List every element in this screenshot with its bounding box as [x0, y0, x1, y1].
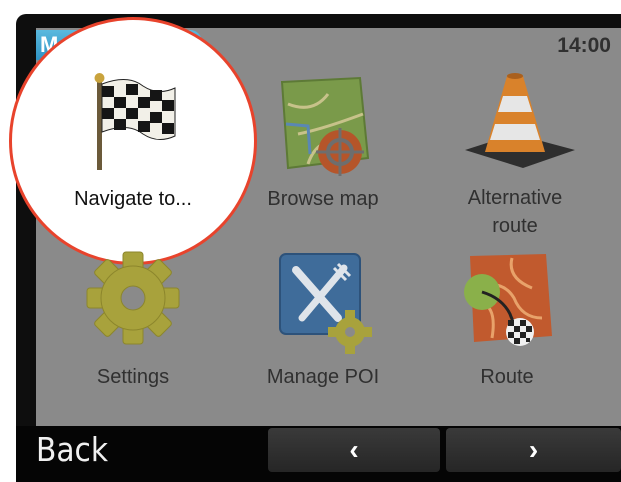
menu-item-label: Navigate to... [74, 188, 192, 210]
next-button[interactable]: › [446, 428, 621, 472]
fork-knife-icon [279, 253, 372, 354]
menu-item-label: Manage POI [266, 366, 380, 388]
menu-item-label: Route [480, 366, 534, 388]
map-icon [280, 76, 370, 176]
checkered-flag-icon [94, 73, 176, 170]
menu-item-navigate-to[interactable]: Navigate to... [38, 62, 228, 237]
menu-item-alternative-route[interactable]: Alternative route [420, 62, 610, 237]
back-button[interactable]: Back [36, 426, 108, 474]
menu-item-label: Settings [96, 366, 170, 388]
gear-icon [86, 251, 180, 345]
menu-item-browse-map[interactable]: Browse map [228, 62, 418, 237]
menu-item-label-text: Alternative route [467, 187, 563, 237]
chevron-left-icon: ‹ [349, 434, 359, 465]
menu-item-label: Alternative route [420, 184, 610, 240]
menu-item-settings[interactable]: Settings [38, 240, 228, 415]
menu-item-route[interactable]: Route [412, 240, 602, 415]
prev-button[interactable]: ‹ [268, 428, 440, 472]
traffic-cone-icon [465, 73, 575, 168]
chevron-right-icon: › [528, 434, 539, 465]
menu-item-manage-poi[interactable]: Manage POI [228, 240, 418, 415]
clock: 14:00 [557, 34, 611, 57]
route-map-icon [464, 254, 552, 346]
menu-item-label: Browse map [267, 188, 379, 210]
